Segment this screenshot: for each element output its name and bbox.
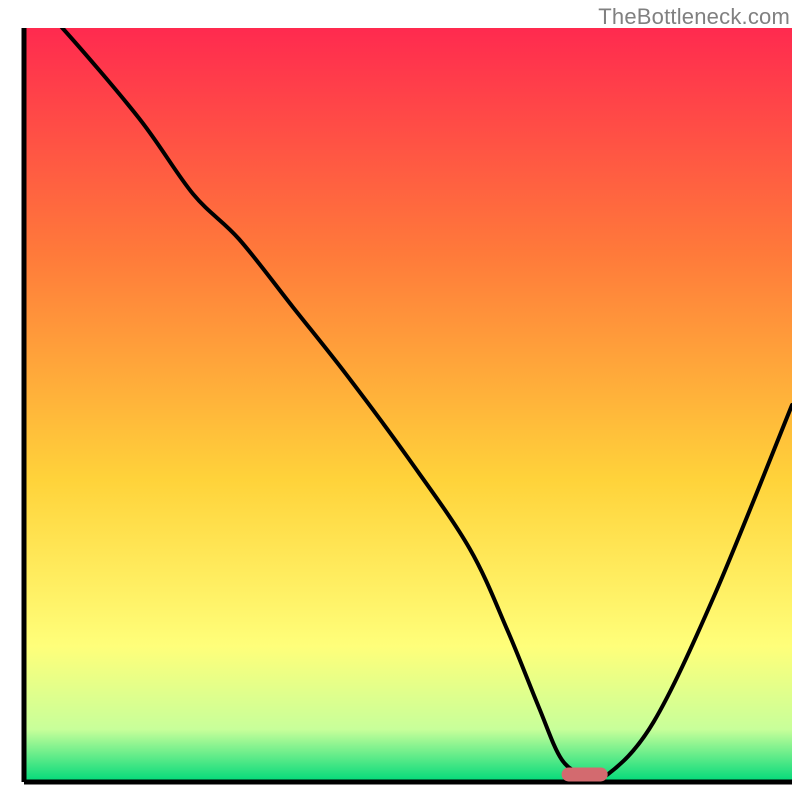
gradient-background	[24, 28, 792, 782]
watermark-text: TheBottleneck.com	[598, 4, 790, 30]
optimal-marker	[562, 767, 608, 781]
chart-svg	[0, 0, 800, 800]
bottleneck-chart: TheBottleneck.com	[0, 0, 800, 800]
